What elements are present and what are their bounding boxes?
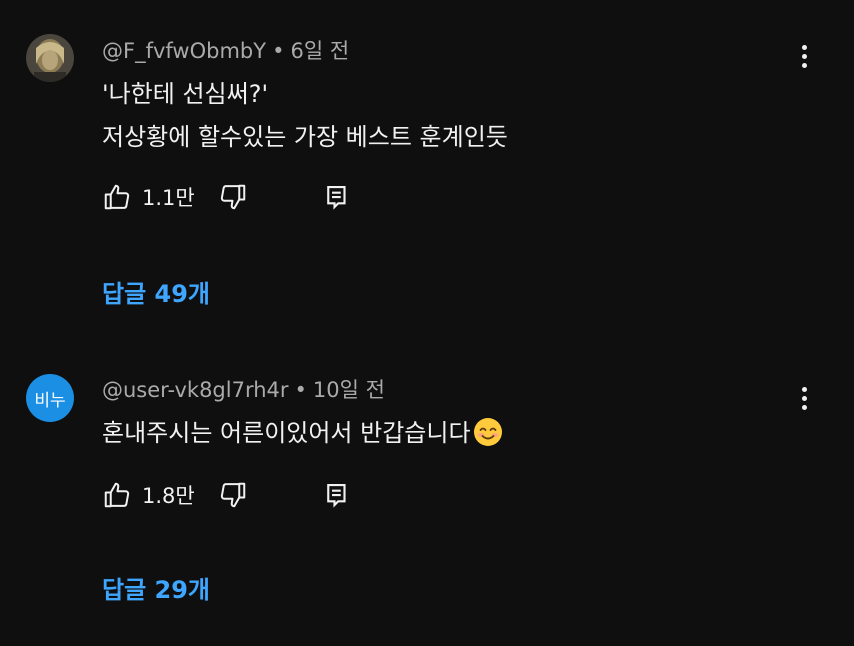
separator-dot: • [294, 378, 307, 402]
avatar[interactable]: 비누 [26, 374, 74, 422]
dislike-button[interactable] [218, 480, 248, 510]
comment-text: 혼내주시는 어른이있어서 반갑습니다 [102, 419, 471, 447]
more-dot [801, 404, 807, 410]
smiling-face-emoji [473, 417, 503, 447]
reply-button[interactable] [322, 480, 352, 510]
view-replies-button[interactable]: 답글 29개 [102, 570, 210, 605]
more-options-button[interactable] [790, 380, 818, 416]
comment-time[interactable]: 10일 전 [313, 378, 385, 402]
more-vertical-icon [801, 386, 807, 392]
like-button[interactable]: 1.8만 [102, 480, 195, 510]
comment-item: 비누 @user-vk8gl7rh4r • 10일 전 혼내주시는 어른이있어서 반… [0, 0, 854, 646]
thumbs-down-icon [218, 480, 248, 510]
like-count: 1.8만 [142, 484, 195, 508]
reply-comment-icon [322, 480, 352, 510]
avatar-initials: 비누 [34, 390, 66, 411]
thumbs-up-icon [102, 480, 132, 510]
author-name[interactable]: @user-vk8gl7rh4r [102, 378, 289, 402]
comment-text-line: 혼내주시는 어른이있어서 반갑습니다 [102, 413, 503, 448]
comment-meta: @user-vk8gl7rh4r • 10일 전 [102, 374, 385, 404]
more-dot [801, 395, 807, 401]
